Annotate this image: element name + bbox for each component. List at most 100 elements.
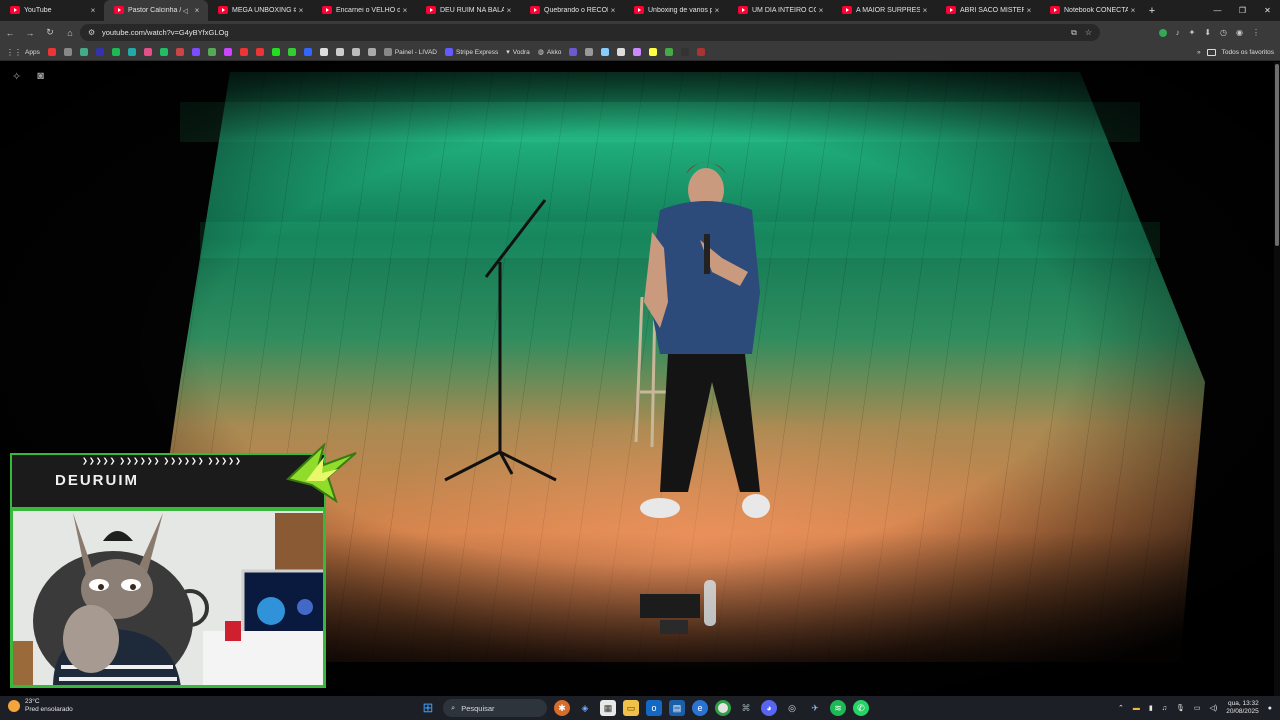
tab-close-icon[interactable]: ×: [1128, 6, 1138, 15]
taskbar-search[interactable]: ⌕ Pesquisar: [443, 699, 547, 717]
chevron-up-icon[interactable]: ⌃: [1118, 704, 1124, 712]
steam-icon[interactable]: ✈: [807, 700, 823, 716]
minimize-icon[interactable]: —: [1205, 0, 1230, 21]
notepad-icon[interactable]: ▤: [669, 700, 685, 716]
browser-tab[interactable]: MEGA UNBOXING #23×: [208, 0, 312, 21]
screenshot-camera-icon[interactable]: ◙: [37, 70, 44, 83]
bookmark-favicon-icon[interactable]: [159, 48, 168, 56]
bookmark-favicon-icon[interactable]: [649, 48, 658, 56]
site-info-icon[interactable]: ⚙: [88, 28, 102, 37]
tab-close-icon[interactable]: ×: [88, 6, 98, 15]
display-icon[interactable]: ▭: [1194, 704, 1201, 712]
bookmark-favicon-icon[interactable]: [239, 48, 248, 56]
bookmark-favicon-icon[interactable]: [255, 48, 264, 56]
page-scrollbar[interactable]: [1274, 62, 1280, 696]
windows-start-icon[interactable]: ⊞: [420, 700, 436, 716]
reload-icon[interactable]: ↻: [40, 27, 60, 38]
bookmark-vodra[interactable]: ▾ Vodra: [506, 48, 530, 57]
bookmark-favicon-icon[interactable]: [175, 48, 184, 56]
browser-tab[interactable]: A MAIOR SURPRESA D×: [832, 0, 936, 21]
menu-icon[interactable]: ⋮: [1252, 28, 1260, 37]
bookmark-favicon-icon[interactable]: [681, 48, 690, 56]
home-icon[interactable]: ⌂: [60, 28, 80, 38]
bookmark-favicon-icon[interactable]: [79, 48, 88, 56]
volume-icon[interactable]: ◁): [1210, 704, 1218, 712]
close-window-icon[interactable]: ✕: [1255, 0, 1280, 21]
tab-close-icon[interactable]: ×: [920, 6, 930, 15]
all-bookmarks[interactable]: » Todos os favoritos: [1197, 44, 1274, 61]
media-control-icon[interactable]: ♪: [1176, 28, 1180, 37]
profile-icon[interactable]: ◉: [1236, 28, 1243, 37]
speaker-icon[interactable]: ♫: [1162, 705, 1167, 712]
tab-close-icon[interactable]: ×: [192, 6, 202, 15]
spotify-icon[interactable]: ≋: [830, 700, 846, 716]
back-icon[interactable]: ←: [0, 28, 20, 38]
copilot-icon[interactable]: ◈: [577, 700, 593, 716]
bookmark-akko[interactable]: ◍ Akko: [538, 48, 562, 57]
browser-tab[interactable]: Encarnei o VELHO da L×: [312, 0, 416, 21]
bookmark-favicon-icon[interactable]: [303, 48, 312, 56]
browser-tab[interactable]: UM DIA INTEIRO COME×: [728, 0, 832, 21]
extensions-puzzle-icon[interactable]: ✦: [1189, 28, 1196, 37]
tab-close-icon[interactable]: ×: [816, 6, 826, 15]
bookmark-favicon-icon[interactable]: [319, 48, 328, 56]
bookmark-favicon-icon[interactable]: [191, 48, 200, 56]
bookmark-favicon-icon[interactable]: [633, 48, 642, 56]
browser-tab[interactable]: Notebook CONECTADO×: [1040, 0, 1144, 21]
browser-tab[interactable]: Quebrando o RECORDE×: [520, 0, 624, 21]
bookmark-favicon-icon[interactable]: [569, 48, 578, 56]
extension-icon[interactable]: [1158, 28, 1167, 37]
browser-tab[interactable]: ABRI SACO MISTERIOS×: [936, 0, 1040, 21]
edge-icon[interactable]: e: [692, 700, 708, 716]
bookmark-favicon-icon[interactable]: [111, 48, 120, 56]
bookmark-favicon-icon[interactable]: [207, 48, 216, 56]
tab-close-icon[interactable]: ×: [504, 6, 514, 15]
bookmark-favicon-icon[interactable]: [367, 48, 376, 56]
bookmark-painel[interactable]: Painel - LIVAD: [383, 48, 437, 56]
chrome-icon[interactable]: [715, 700, 731, 716]
forward-icon[interactable]: →: [20, 28, 40, 38]
scrollbar-thumb[interactable]: [1275, 64, 1279, 246]
bookmark-favicon-icon[interactable]: [47, 48, 56, 56]
browser-tab[interactable]: Unboxing de varios pro×: [624, 0, 728, 21]
bookmark-favicon-icon[interactable]: [287, 48, 296, 56]
discord-icon[interactable]: ◕: [761, 700, 777, 716]
bookmark-favicon-icon[interactable]: [223, 48, 232, 56]
battery-icon[interactable]: ▮: [1149, 704, 1153, 712]
restore-icon[interactable]: ❐: [1230, 0, 1255, 21]
address-bar[interactable]: ⚙ youtube.com/watch?v=G4yBYfxGLOg ⧉ ☆: [80, 24, 1100, 41]
bookmark-favicon-icon[interactable]: [617, 48, 626, 56]
history-icon[interactable]: ◷: [1220, 28, 1227, 37]
bookmark-favicon-icon[interactable]: [601, 48, 610, 56]
store-icon[interactable]: ▦: [600, 700, 616, 716]
bookmark-favicon-icon[interactable]: [127, 48, 136, 56]
new-tab-button[interactable]: +: [1144, 5, 1160, 17]
search-highlight-icon[interactable]: ✱: [554, 700, 570, 716]
browser-tab[interactable]: DEU RUIM NA BALANÇ×: [416, 0, 520, 21]
file-explorer-icon[interactable]: ▭: [623, 700, 639, 716]
bookmark-favicon-icon[interactable]: [63, 48, 72, 56]
outlook-icon[interactable]: o: [646, 700, 662, 716]
browser-tab[interactable]: Pastor Calcinha / Ba◁ ×: [104, 0, 208, 21]
tab-close-icon[interactable]: ×: [296, 6, 306, 15]
bookmark-apps[interactable]: ⋮⋮ Apps: [6, 48, 40, 57]
notifications-icon[interactable]: ●: [1268, 705, 1272, 712]
install-app-icon[interactable]: ⧉: [1071, 28, 1077, 38]
tab-close-icon[interactable]: ×: [400, 6, 410, 15]
magic-wand-icon[interactable]: ✧: [12, 70, 21, 83]
tab-close-icon[interactable]: ×: [608, 6, 618, 15]
tab-close-icon[interactable]: ×: [1024, 6, 1034, 15]
tab-audio-icon[interactable]: ◁: [183, 7, 188, 15]
obs-icon[interactable]: ◎: [784, 700, 800, 716]
bookmark-stripe[interactable]: Stripe Express: [444, 48, 498, 56]
bookmark-favicon-icon[interactable]: [665, 48, 674, 56]
tray-app-icon[interactable]: ▬: [1133, 705, 1140, 712]
clock[interactable]: qua, 13:32 20/08/2025: [1226, 700, 1259, 716]
bookmark-favicon-icon[interactable]: [271, 48, 280, 56]
bookmark-favicon-icon[interactable]: [697, 48, 706, 56]
weather-widget[interactable]: 23°C Pred ensolarado: [8, 698, 73, 714]
bookmark-favicon-icon[interactable]: [95, 48, 104, 56]
microphone-icon[interactable]: 🎙: [1176, 704, 1185, 712]
bookmark-favicon-icon[interactable]: [143, 48, 152, 56]
chevron-double-right-icon[interactable]: »: [1197, 49, 1201, 56]
